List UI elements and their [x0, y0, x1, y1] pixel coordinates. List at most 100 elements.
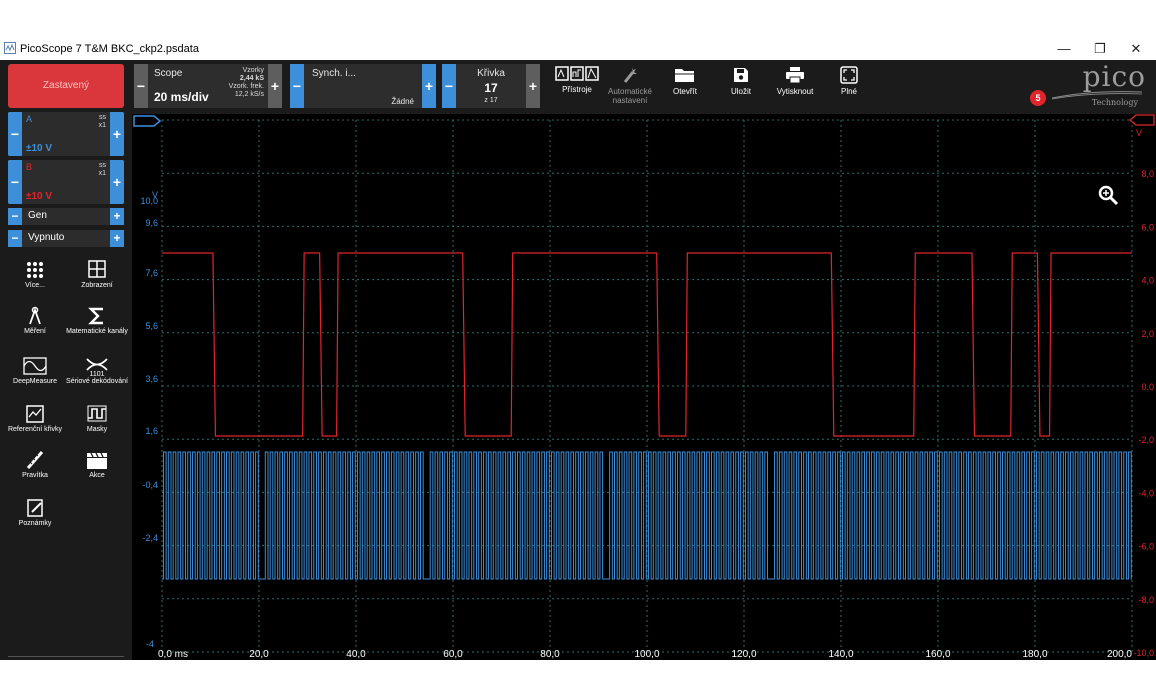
trigger-mode[interactable]: Žádné: [391, 97, 414, 106]
generator-state-plus-button[interactable]: +: [110, 230, 124, 247]
auto-setup-icon: [623, 67, 637, 83]
fullscreen-label: Plné: [840, 87, 857, 96]
math-channels-label: Matematické kanály: [66, 328, 128, 335]
sigma-icon: [88, 307, 103, 325]
generator-panel[interactable]: − Gen +: [8, 208, 124, 225]
deepmeasure-button[interactable]: DeepMeasure: [4, 356, 66, 386]
channel-a-name: A: [26, 114, 33, 124]
scope-graph[interactable]: 0,0 ms 20,0 40,0 60,0 80,0 100,0 120,0 140,0 160…: [132, 114, 1156, 660]
right-tick-label: 6,0: [1141, 222, 1154, 232]
ruler-icon: [26, 451, 44, 469]
rulers-button[interactable]: Pravítka: [4, 450, 66, 480]
scope-view[interactable]: 0,0 ms 20,0 40,0 60,0 80,0 100,0 120,0 140,0 160…: [132, 114, 1156, 660]
serial-decoding-label: Sériové dekódování: [66, 378, 128, 385]
left-tick-label: 9,6: [145, 218, 158, 228]
channel-b-range-down-button[interactable]: −: [8, 160, 22, 204]
measurements-label: Měření: [24, 328, 46, 335]
mask-icon: [87, 405, 107, 422]
samples-value: 2,44 kS: [239, 75, 264, 82]
waveform-prev-button[interactable]: −: [442, 64, 456, 108]
rulers-label: Pravítka: [22, 472, 48, 479]
channel-a-coupling: ss x1: [99, 114, 106, 130]
zoom-icon[interactable]: [1098, 185, 1119, 206]
serial-decoding-button[interactable]: 1101 Sériové dekódování: [66, 356, 128, 386]
instruments-button[interactable]: Přístroje: [552, 64, 602, 108]
fullscreen-button[interactable]: Plné: [824, 64, 874, 108]
scope-mode-label[interactable]: Scope: [154, 68, 182, 79]
x-tick-label: 180,0: [1022, 649, 1047, 660]
instruments-label: Přístroje: [562, 85, 592, 94]
reference-icon: [26, 405, 44, 423]
channel-a-offset-marker[interactable]: [133, 115, 162, 127]
open-button[interactable]: Otevřít: [660, 64, 710, 108]
auto-setup-button[interactable]: Automatické nastavení: [604, 64, 656, 108]
waveform-label: Křivka: [477, 68, 505, 79]
reference-waveforms-label: Referenční křivky: [7, 426, 63, 433]
left-tick-label: -0,4: [142, 480, 158, 490]
generator-state: Vypnuto: [28, 232, 65, 243]
notification-badge[interactable]: 5: [1030, 90, 1046, 106]
samples-label: Vzorky: [242, 67, 264, 74]
channel-b-body[interactable]: B ss x1 ±10 V: [22, 160, 110, 204]
timebase-plus-button[interactable]: +: [268, 64, 282, 108]
auto-setup-label: Automatické nastavení: [607, 87, 653, 105]
waveform-next-button[interactable]: +: [526, 64, 540, 108]
channel-a-range-up-button[interactable]: +: [110, 112, 124, 156]
x-tick-label: 0,0 ms: [158, 649, 188, 660]
timebase-value[interactable]: 20 ms/div: [154, 90, 209, 104]
x-tick-label: 20,0: [249, 649, 269, 660]
x-tick-label: 200,0: [1107, 649, 1132, 660]
sidebar-divider: [8, 656, 124, 657]
channel-b-range-up-button[interactable]: +: [110, 160, 124, 204]
logo-subtext: Technology: [1091, 98, 1138, 107]
views-button[interactable]: Zobrazení: [66, 260, 128, 290]
measurements-button[interactable]: Měření: [4, 306, 66, 336]
clapper-icon: [87, 452, 107, 469]
minimize-button[interactable]: —: [1046, 38, 1082, 60]
save-icon: [734, 68, 748, 82]
timebase-minus-button[interactable]: −: [134, 64, 148, 108]
right-axis-unit: V: [1136, 128, 1142, 138]
waveform-current[interactable]: 17: [464, 81, 518, 95]
trigger-label[interactable]: Synch. i...: [312, 68, 356, 79]
pico-logo: pico Technology 5: [1030, 60, 1152, 110]
reference-waveforms-button[interactable]: Referenční křivky: [4, 404, 66, 434]
masks-button[interactable]: Masky: [66, 404, 128, 434]
notes-button[interactable]: Poznámky: [4, 498, 66, 528]
channel-b-probe-value: x1: [98, 170, 106, 177]
channel-a-range-down-button[interactable]: −: [8, 112, 22, 156]
print-button[interactable]: Vytisknout: [770, 64, 820, 108]
right-tick-label: -2,0: [1138, 435, 1154, 445]
right-tick-label: -6,0: [1138, 542, 1154, 552]
generator-state-panel[interactable]: − Vypnuto +: [8, 230, 124, 247]
print-icon: [786, 67, 804, 84]
channel-b-offset-marker[interactable]: [1128, 114, 1155, 126]
waveform-buffer-control: − Křivka 17 z 17 +: [442, 64, 540, 108]
x-tick-label: 160,0: [925, 649, 950, 660]
title-bar: PicoScope 7 T&M BKC_ckp2.psdata — ❐ ✕: [0, 38, 1156, 60]
channel-a-panel: − A ss x1 ±10 V +: [8, 112, 124, 156]
more-button[interactable]: Více...: [4, 260, 66, 290]
deepmeasure-label: DeepMeasure: [13, 378, 57, 385]
run-stop-button[interactable]: Zastavený: [8, 64, 124, 108]
generator-state-minus-button[interactable]: −: [8, 230, 22, 247]
channel-b-name: B: [26, 162, 33, 172]
save-button[interactable]: Uložit: [716, 64, 766, 108]
channel-a-body[interactable]: A ss x1 ±10 V: [22, 112, 110, 156]
trigger-minus-button[interactable]: −: [290, 64, 304, 108]
generator-minus-button[interactable]: −: [8, 208, 22, 225]
waveform-total: z 17: [484, 97, 498, 104]
close-button[interactable]: ✕: [1118, 38, 1154, 60]
svg-text:1101: 1101: [89, 371, 104, 376]
trigger-plus-button[interactable]: +: [422, 64, 436, 108]
instruments-icon: [555, 66, 599, 81]
math-channels-button[interactable]: Matematické kanály: [66, 306, 128, 336]
views-label: Zobrazení: [81, 282, 113, 289]
scope-grid: [161, 119, 1133, 653]
sample-info: Vzorky 2,44 kS Vzork. frek. 12,2 kS/s: [229, 67, 264, 99]
maximize-button[interactable]: ❐: [1082, 38, 1118, 60]
actions-button[interactable]: Akce: [66, 450, 128, 480]
generator-plus-button[interactable]: +: [110, 208, 124, 225]
more-icon: [27, 262, 43, 278]
rate-label: Vzork. frek.: [228, 83, 264, 90]
